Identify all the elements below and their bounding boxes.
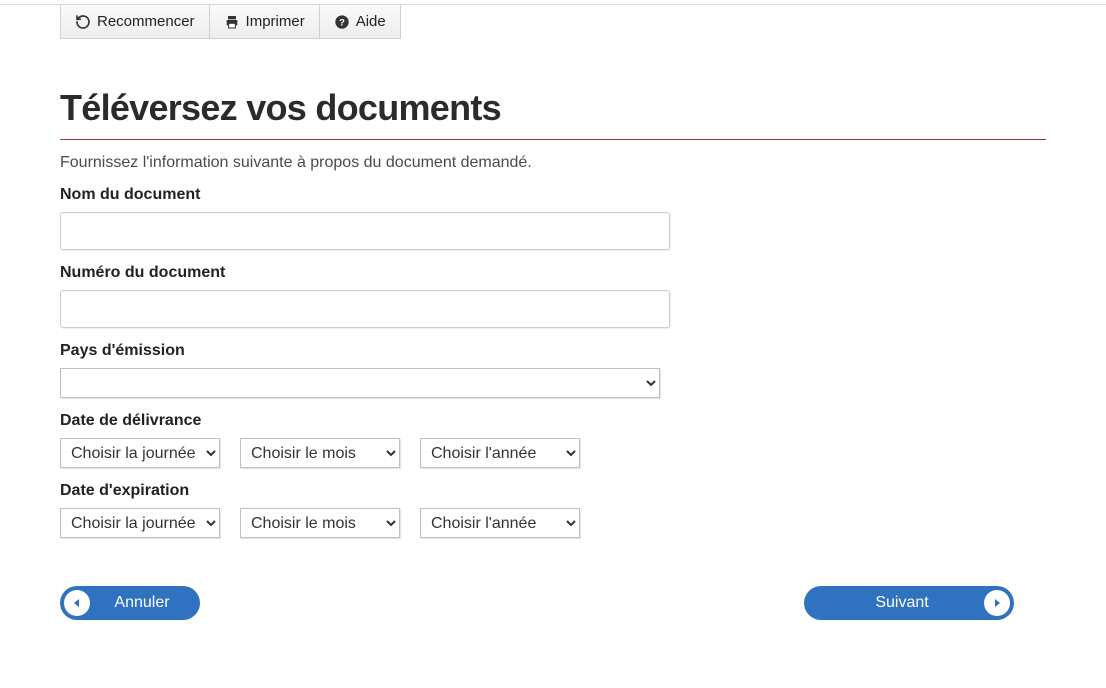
- issue-date-label: Date de délivrance: [60, 412, 1046, 430]
- arrow-left-icon: [64, 590, 90, 616]
- cancel-button-label: Annuler: [94, 594, 200, 612]
- help-button[interactable]: ? Aide: [320, 5, 400, 38]
- page-lead: Fournissez l'information suivante à prop…: [60, 154, 1046, 172]
- country-label: Pays d'émission: [60, 342, 1046, 360]
- title-rule: [60, 139, 1046, 140]
- svg-text:?: ?: [339, 17, 345, 27]
- expiry-month-select[interactable]: Choisir le mois: [240, 508, 400, 538]
- issue-day-select[interactable]: Choisir la journée: [60, 438, 220, 468]
- issue-date-row: Choisir la journée Choisir le mois Chois…: [60, 438, 1046, 468]
- country-select[interactable]: [60, 368, 660, 398]
- next-button-label: Suivant: [804, 594, 980, 612]
- issue-month-select[interactable]: Choisir le mois: [240, 438, 400, 468]
- arrow-right-icon: [984, 590, 1010, 616]
- help-icon: ?: [334, 14, 350, 30]
- expiry-date-row: Choisir la journée Choisir le mois Chois…: [60, 508, 1046, 538]
- toolbar-print-label: Imprimer: [246, 13, 305, 30]
- toolbar-help-label: Aide: [356, 13, 386, 30]
- actions-row: Annuler Suivant: [60, 586, 1014, 620]
- next-button[interactable]: Suivant: [804, 586, 1014, 620]
- doc-name-label: Nom du document: [60, 186, 1046, 204]
- cancel-button[interactable]: Annuler: [60, 586, 200, 620]
- expiry-date-label: Date d'expiration: [60, 482, 1046, 500]
- issue-year-select[interactable]: Choisir l'année: [420, 438, 580, 468]
- doc-number-label: Numéro du document: [60, 264, 1046, 282]
- toolbar: Recommencer Imprimer ? Aide: [60, 5, 401, 39]
- page-title: Téléversez vos documents: [60, 87, 1046, 129]
- expiry-day-select[interactable]: Choisir la journée: [60, 508, 220, 538]
- print-icon: [224, 14, 240, 30]
- toolbar-restart-label: Recommencer: [97, 13, 195, 30]
- doc-number-input[interactable]: [60, 290, 670, 328]
- print-button[interactable]: Imprimer: [210, 5, 320, 38]
- refresh-icon: [75, 14, 91, 30]
- doc-name-input[interactable]: [60, 212, 670, 250]
- expiry-year-select[interactable]: Choisir l'année: [420, 508, 580, 538]
- restart-button[interactable]: Recommencer: [61, 5, 210, 38]
